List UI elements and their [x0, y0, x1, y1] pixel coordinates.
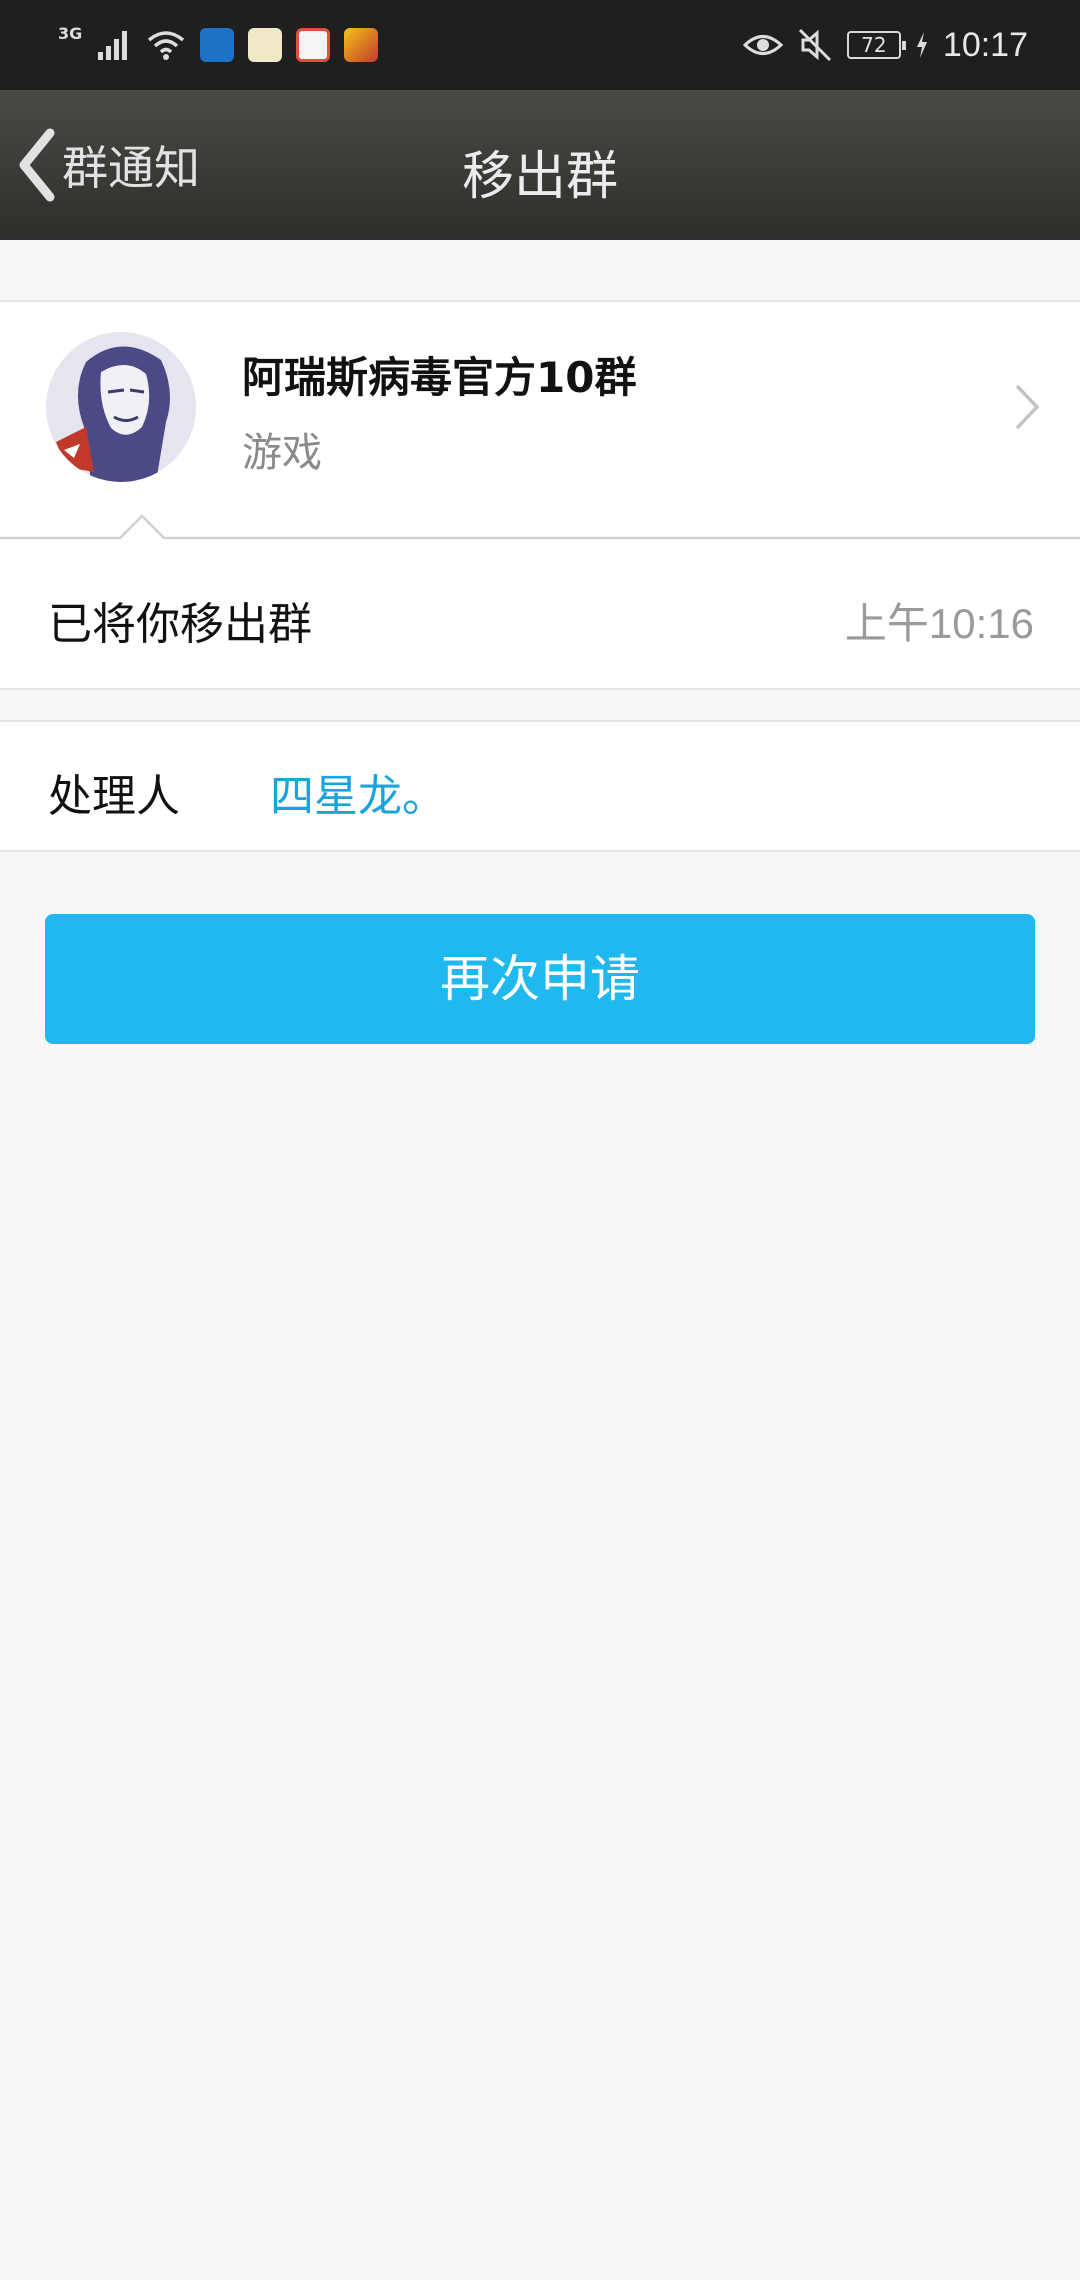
nav-bar: 群通知 移出群 [0, 90, 1080, 240]
maps-icon [296, 28, 331, 62]
group-name: 阿瑞斯病毒官方10群 [242, 353, 637, 402]
app-icon [248, 28, 283, 62]
signal-icon [98, 31, 128, 60]
notice-text: 已将你移出群 [48, 599, 312, 650]
charging-icon [916, 32, 927, 58]
shield-app-icon [200, 28, 235, 62]
status-right: 72 10:17 [742, 22, 1028, 68]
page-title: 移出群 [461, 147, 618, 207]
chevron-right-icon [1015, 384, 1040, 430]
handler-row: 处理人 四星龙。 [0, 720, 1080, 852]
group-card[interactable]: 阿瑞斯病毒官方10群 游戏 [0, 300, 1080, 540]
network-type: 3G [58, 23, 83, 43]
group-category: 游戏 [242, 430, 322, 476]
notice-row: 已将你移出群 上午10:16 [0, 540, 1080, 690]
mute-icon [798, 28, 831, 62]
status-left: 3G [58, 22, 379, 68]
handler-name-link[interactable]: 四星龙。 [270, 760, 446, 824]
wifi-icon [148, 31, 185, 60]
notice-time: 上午10:16 [844, 600, 1034, 647]
game-app-icon [344, 28, 379, 62]
handler-label: 处理人 [48, 771, 180, 822]
clock: 10:17 [942, 25, 1028, 64]
eye-icon [742, 35, 783, 55]
status-bar: 3G 72 10:17 [0, 0, 1080, 90]
reapply-button[interactable]: 再次申请 [45, 914, 1035, 1044]
battery-icon: 72 [846, 31, 906, 59]
group-avatar [46, 332, 196, 482]
card-divider [0, 514, 1080, 540]
